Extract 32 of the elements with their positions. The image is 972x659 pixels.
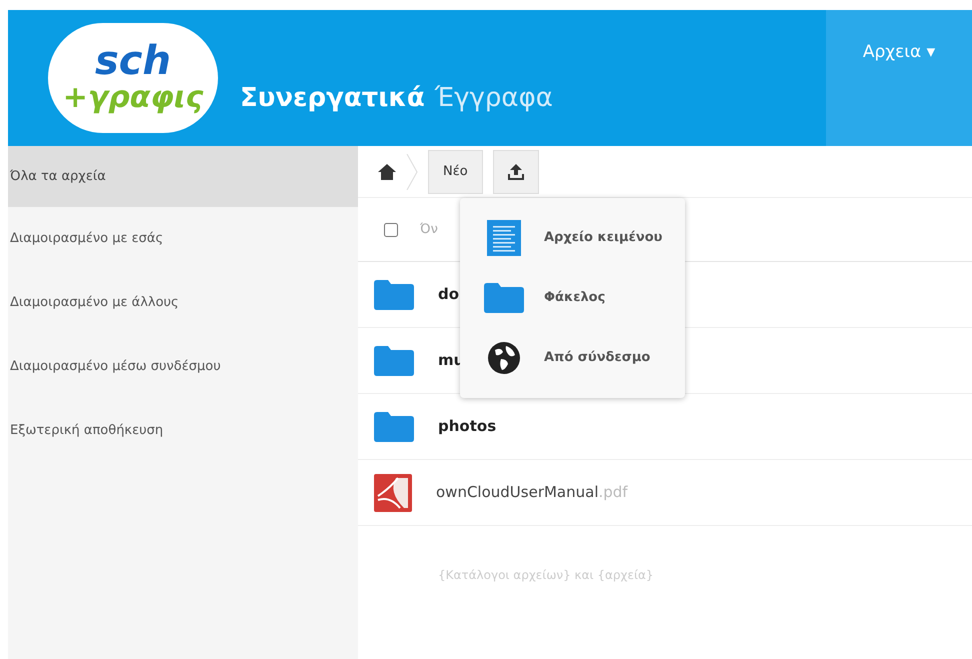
sidebar-item[interactable]: Διαμοιρασμένο με εσάς bbox=[8, 207, 358, 271]
file-name: ownCloudUserManual.pdf bbox=[436, 482, 628, 504]
menu-item[interactable]: Αρχείο κειμένου bbox=[460, 208, 685, 268]
breadcrumb-chevron-icon bbox=[406, 154, 418, 190]
upload-button[interactable] bbox=[492, 150, 539, 194]
pdf-file-icon bbox=[374, 474, 412, 512]
folder-icon bbox=[374, 346, 414, 376]
sidebar-item[interactable]: Διαμοιρασμένο μέσω συνδέσμου bbox=[8, 335, 358, 399]
app-title: Συνεργατικά bbox=[240, 82, 425, 114]
folder-icon bbox=[484, 282, 524, 314]
logo-text: +γραφις bbox=[62, 81, 204, 115]
sidebar-item[interactable]: Όλα τα αρχεία bbox=[8, 146, 358, 207]
home-icon[interactable] bbox=[378, 164, 396, 180]
menu-label: Από σύνδεσμο bbox=[544, 349, 650, 368]
menu-label: Αρχείο κειμένου bbox=[544, 229, 662, 248]
file-row[interactable]: ownCloudUserManual.pdf bbox=[358, 460, 972, 526]
file-name: photos bbox=[438, 416, 496, 438]
menu-label: Φάκελος bbox=[544, 289, 606, 308]
logo-text: sch bbox=[95, 41, 171, 81]
sidebar-item[interactable]: Διαμοιρασμένο με άλλους bbox=[8, 271, 358, 335]
new-button[interactable]: Νέο bbox=[428, 150, 483, 194]
folder-icon bbox=[374, 280, 414, 310]
select-all-checkbox[interactable] bbox=[384, 222, 398, 236]
globe-icon bbox=[487, 341, 521, 375]
sidebar-item[interactable]: Εξωτερική αποθήκευση bbox=[8, 399, 358, 463]
folder-icon bbox=[374, 412, 414, 442]
upload-icon bbox=[506, 162, 525, 180]
document-icon bbox=[487, 220, 521, 256]
app-subtitle: Έγγραφα bbox=[434, 82, 553, 114]
menu-item[interactable]: Από σύνδεσμο bbox=[460, 328, 685, 388]
file-name: do bbox=[438, 284, 460, 306]
menu-item[interactable]: Φάκελος bbox=[460, 268, 685, 328]
